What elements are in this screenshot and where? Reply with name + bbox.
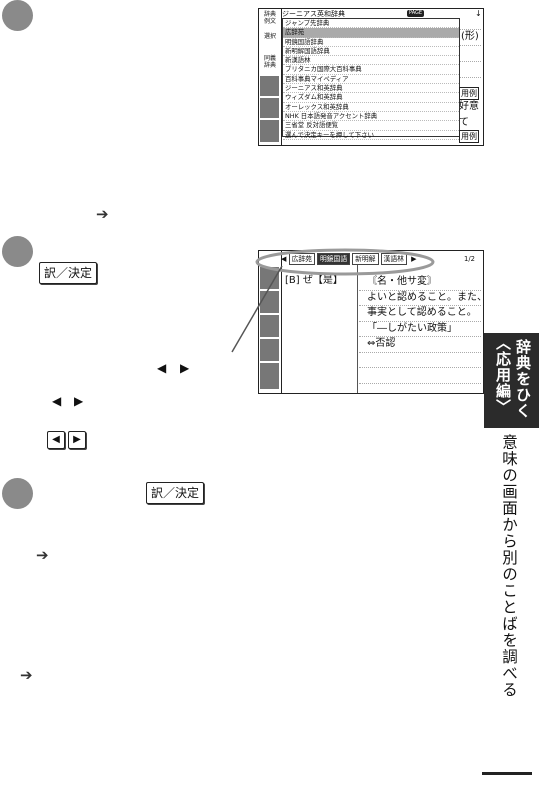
right-triangle-icon: ▶ (180, 361, 190, 375)
step-arrow-2: ➔ (36, 546, 49, 564)
tab-highlight-overlay (231, 248, 435, 353)
chapter-tab-line-1: 辞典をひく (514, 339, 532, 419)
step-3-marker (2, 478, 33, 509)
left-key: ◀ (47, 431, 65, 449)
footer-rule (482, 772, 532, 775)
chapter-tab: 辞典をひく 〈応用編〉 (484, 333, 539, 428)
step-arrow-3: ➔ (20, 666, 33, 684)
left-triangle-icon: ◀ (157, 361, 167, 375)
right-key: ▶ (68, 431, 86, 449)
chapter-tab-line-2: 〈応用編〉 (494, 335, 512, 415)
section-vertical-title: 意味の画面から別のことばを調べる (500, 434, 519, 698)
translate-enter-key-2: 訳／決定 (146, 482, 204, 504)
left-triangle-icon: ◀ (52, 394, 62, 408)
right-triangle-icon: ▶ (74, 394, 84, 408)
